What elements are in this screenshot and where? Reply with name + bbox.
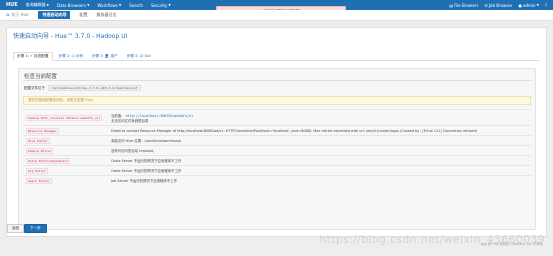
folder-icon: ▤ (449, 2, 454, 8)
help-icon: ? (544, 2, 547, 8)
menu-security[interactable]: Security ▼ (151, 3, 171, 8)
user-icon: ● (518, 2, 523, 8)
table-row: Oozie Editor/Dashboard Oozie Server 不运行的… (23, 155, 531, 166)
table-row: Resource Manager Failed to contact Resou… (23, 125, 531, 136)
caret-down-icon: ▼ (168, 3, 171, 7)
check-name: Hive Editor (26, 137, 50, 144)
check-message: 没有可访问的活动 Impalad。 (108, 145, 531, 156)
back-button[interactable]: 返回 (7, 224, 25, 233)
check-message: Oozie Server 不运行的情况下应用程序不工作 (108, 155, 531, 166)
job-browser-link[interactable]: ☰ Job Browser (484, 3, 512, 8)
menu-label: 查询编辑器 (25, 2, 46, 7)
check-message: Job Server 不运行的情况下应用程序不工作 (108, 175, 531, 186)
check-name: hadoop.hdfs_clusters.default.webhdfs_url (26, 114, 103, 121)
file-browser-link[interactable]: ▤ File Browser (449, 3, 478, 8)
user-label: admin (523, 2, 536, 8)
menu-label: Security (150, 2, 168, 8)
hue-app-icon: ⌂ (6, 12, 10, 18)
menu-label: Search (129, 2, 143, 8)
file-browser-label: File Browser (454, 2, 479, 8)
app-name: 关于 Hue (11, 12, 29, 17)
config-location: 配置文件位于 /opt/modules/cdh/hue-3.7.0-cdh5.3… (24, 85, 141, 91)
tab-step-go[interactable]: 步骤 4: ☺ Go! (124, 53, 154, 60)
check-detail: 无法访问文件系统根目录 (111, 118, 149, 123)
page-title: 快速启动向导 - Hue™ 3.7.0 - Hadoop UI (13, 33, 128, 40)
menu-data-browsers[interactable]: Data Browsers ▼ (57, 3, 89, 8)
table-row: Pig Editor Oozie Server 不运行的情况下应用程序不工作 (23, 165, 531, 176)
help-button[interactable]: ? (545, 3, 547, 8)
table-row: hadoop.hdfs_clusters.default.webhdfs_url… (23, 109, 531, 126)
topbar-right: ▤ File Browser ☰ Job Browser ● admin ▼ ? (443, 3, 547, 8)
config-check-section: 检查当前配置 配置文件位于 /opt/modules/cdh/hue-3.7.0… (18, 68, 536, 230)
config-check-table: hadoop.hdfs_clusters.default.webhdfs_url… (23, 109, 531, 186)
check-value: http://localhost:50070/webhdfs/v1 (125, 113, 194, 118)
check-message: Failed to contact Resource Manager at ht… (108, 125, 531, 136)
app-subnav: ⌂ 关于 Hue 快速启动向导 配置 服务器日志 (0, 10, 553, 21)
job-browser-label: Job Browser (488, 2, 513, 8)
tab-configuration[interactable]: 配置 (79, 12, 87, 18)
list-icon: ☰ (484, 2, 488, 8)
caret-down-icon: ▼ (46, 3, 49, 7)
table-row: Impala Editor 没有可访问的活动 Impalad。 (23, 145, 531, 156)
config-path: /opt/modules/cdh/hue-3.7.0-cdh5.3.6/desk… (48, 85, 141, 91)
tab-step-users[interactable]: 步骤 3: 👤 用户 (89, 53, 121, 60)
menu-search[interactable]: Search (129, 3, 143, 8)
menu-workflows[interactable]: Workflows ▼ (97, 3, 121, 8)
section-title: 检查当前配置 (24, 74, 58, 80)
tab-quick-start[interactable]: 快速启动向导 (38, 11, 71, 19)
check-name: Pig Editor (26, 167, 49, 174)
check-name: Oozie Editor/Dashboard (26, 157, 70, 164)
check-name: Resource Manager (26, 127, 59, 134)
config-label: 配置文件位于 (24, 85, 45, 90)
footer-text: Hue 和 Hue 徽标是 Cloudera, Inc. 的商标 (480, 242, 543, 246)
menu-label: Data Browsers (56, 2, 87, 8)
user-menu[interactable]: ● admin ▼ (519, 3, 539, 8)
about-hue-title[interactable]: ⌂ 关于 Hue (6, 12, 28, 18)
caret-down-icon: ▼ (87, 3, 90, 7)
main-panel: 快速启动向导 - Hue™ 3.7.0 - Hadoop UI 步骤 1: ✓ … (6, 27, 547, 237)
check-name: Spark Editor (26, 177, 52, 184)
menu-label: Workflows (97, 2, 118, 8)
table-row: Spark Editor Job Server 不运行的情况下应用程序不工作 (23, 175, 531, 186)
menu-query-editors[interactable]: 查询编辑器 ▼ (26, 2, 49, 8)
tab-step-examples[interactable]: 步骤 2: ◎ 示例 (56, 53, 86, 60)
check-name: Impala Editor (26, 147, 54, 154)
divider (23, 80, 531, 81)
caret-down-icon: ▼ (118, 3, 122, 7)
tab-step-check-config[interactable]: 步骤 1: ✓ 检查配置 (13, 52, 53, 61)
caret-down-icon: ▼ (536, 3, 539, 7)
check-message: 当前值： (111, 113, 125, 118)
hue-logo[interactable]: HUE (6, 2, 18, 8)
tab-server-logs[interactable]: 服务器日志 (96, 12, 116, 18)
next-button[interactable]: 下一步 (24, 224, 47, 233)
table-row: Hive Editor 未能访问 Hive 位置：/user/hive/ware… (23, 135, 531, 146)
wizard-steps: 步骤 1: ✓ 检查配置 步骤 2: ◎ 示例 步骤 3: 👤 用户 步骤 4:… (13, 52, 540, 61)
misconfiguration-warning: 潜在的错误配置检测到。请更正配置 Hue。 (23, 96, 531, 105)
check-message: Oozie Server 不运行的情况下应用程序不工作 (108, 165, 531, 176)
check-message: 未能访问 Hive 位置：/user/hive/warehouse (108, 135, 531, 146)
